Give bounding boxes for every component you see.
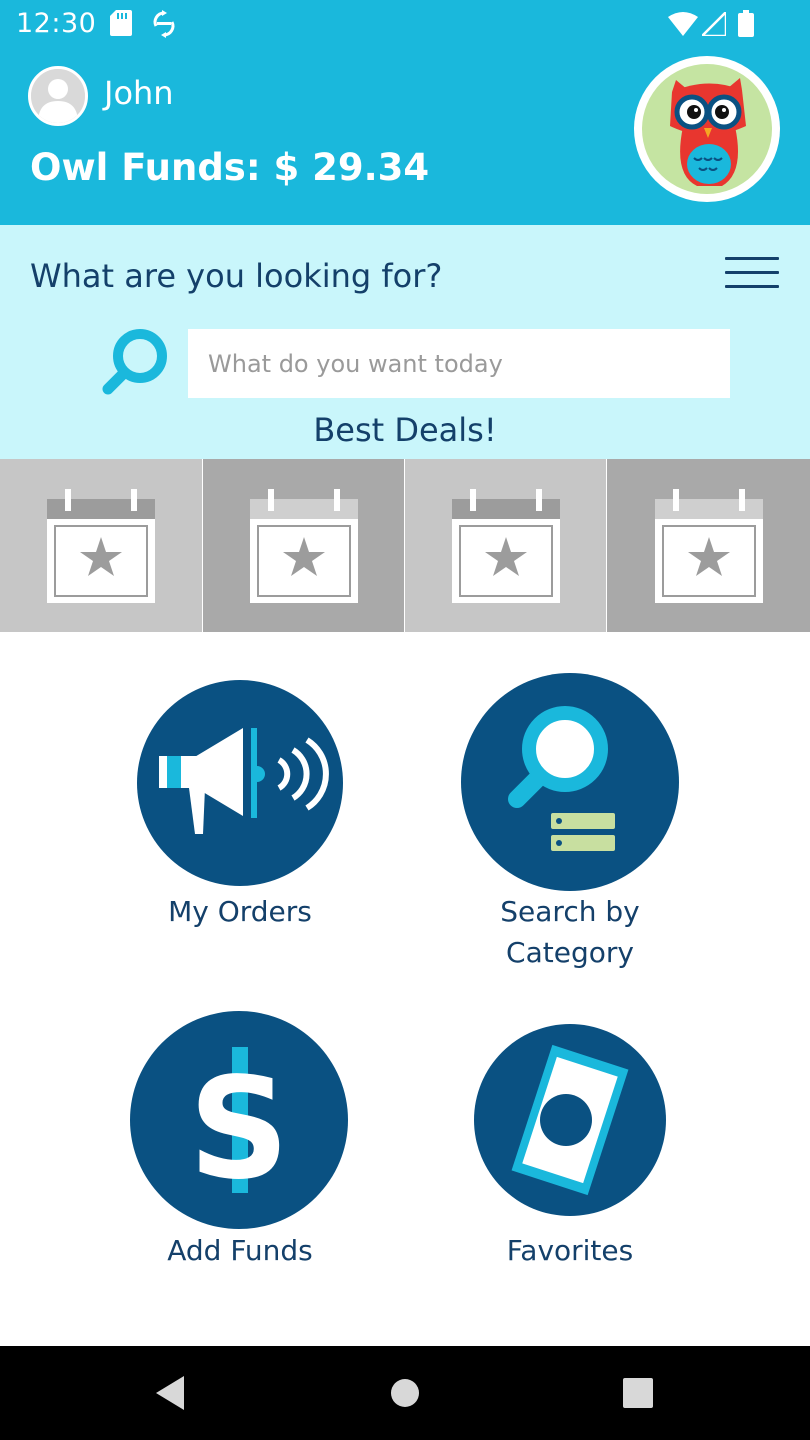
add-funds-label: Add Funds <box>167 1234 313 1267</box>
wifi-icon <box>668 12 698 36</box>
header: John Owl Funds: $ 29.34 <box>0 48 810 225</box>
home-icon[interactable] <box>390 1378 420 1408</box>
favorites-card-icon <box>474 1024 666 1216</box>
search-by-category-label: Search by Category <box>420 891 720 973</box>
favorites-button[interactable] <box>474 1024 666 1216</box>
menu-line-icon <box>725 285 779 288</box>
hamburger-menu-button[interactable] <box>722 253 780 293</box>
search-icon[interactable] <box>98 325 172 399</box>
calendar-star-icon <box>452 489 560 603</box>
my-orders-button[interactable] <box>137 680 343 886</box>
system-nav-bar <box>0 1346 810 1440</box>
sync-icon <box>153 10 175 38</box>
signal-icon <box>702 12 726 36</box>
battery-icon <box>738 10 754 37</box>
status-time: 12:30 <box>16 8 97 39</box>
owl-funds-balance: Owl Funds: $ 29.34 <box>30 146 430 189</box>
back-icon[interactable] <box>156 1376 186 1410</box>
calendar-star-icon <box>250 489 358 603</box>
search-panel: What are you looking for? Best Deals! <box>0 225 810 459</box>
svg-text:S: S <box>189 1048 290 1211</box>
menu-line-icon <box>725 271 779 274</box>
calendar-star-icon <box>655 489 763 603</box>
favorites-label: Favorites <box>506 1234 634 1267</box>
recents-icon[interactable] <box>623 1378 653 1408</box>
add-funds-button[interactable]: S <box>130 1011 348 1229</box>
deals-carousel <box>0 459 810 632</box>
search-question: What are you looking for? <box>30 257 443 295</box>
deal-tile-3[interactable] <box>405 459 606 632</box>
person-icon <box>31 69 85 123</box>
best-deals-heading: Best Deals! <box>313 411 497 449</box>
owl-mascot-badge[interactable] <box>634 56 780 202</box>
owl-mascot-icon <box>642 64 772 194</box>
user-name: John <box>104 74 174 112</box>
my-orders-label: My Orders <box>168 895 312 928</box>
search-input[interactable] <box>188 329 730 398</box>
menu-line-icon <box>725 257 779 260</box>
status-bar: 12:30 <box>0 0 810 48</box>
deal-tile-2[interactable] <box>203 459 404 632</box>
calendar-star-icon <box>47 489 155 603</box>
sd-card-icon <box>110 10 132 36</box>
search-by-category-line1: Search by <box>500 895 640 928</box>
search-by-category-button[interactable] <box>461 673 679 891</box>
megaphone-icon <box>137 680 343 886</box>
deal-tile-1[interactable] <box>0 459 202 632</box>
category-search-icon <box>461 673 679 891</box>
search-by-category-line2: Category <box>506 936 634 969</box>
deal-tile-4[interactable] <box>607 459 810 632</box>
avatar[interactable] <box>28 66 88 126</box>
dollar-icon: S <box>130 1011 348 1229</box>
